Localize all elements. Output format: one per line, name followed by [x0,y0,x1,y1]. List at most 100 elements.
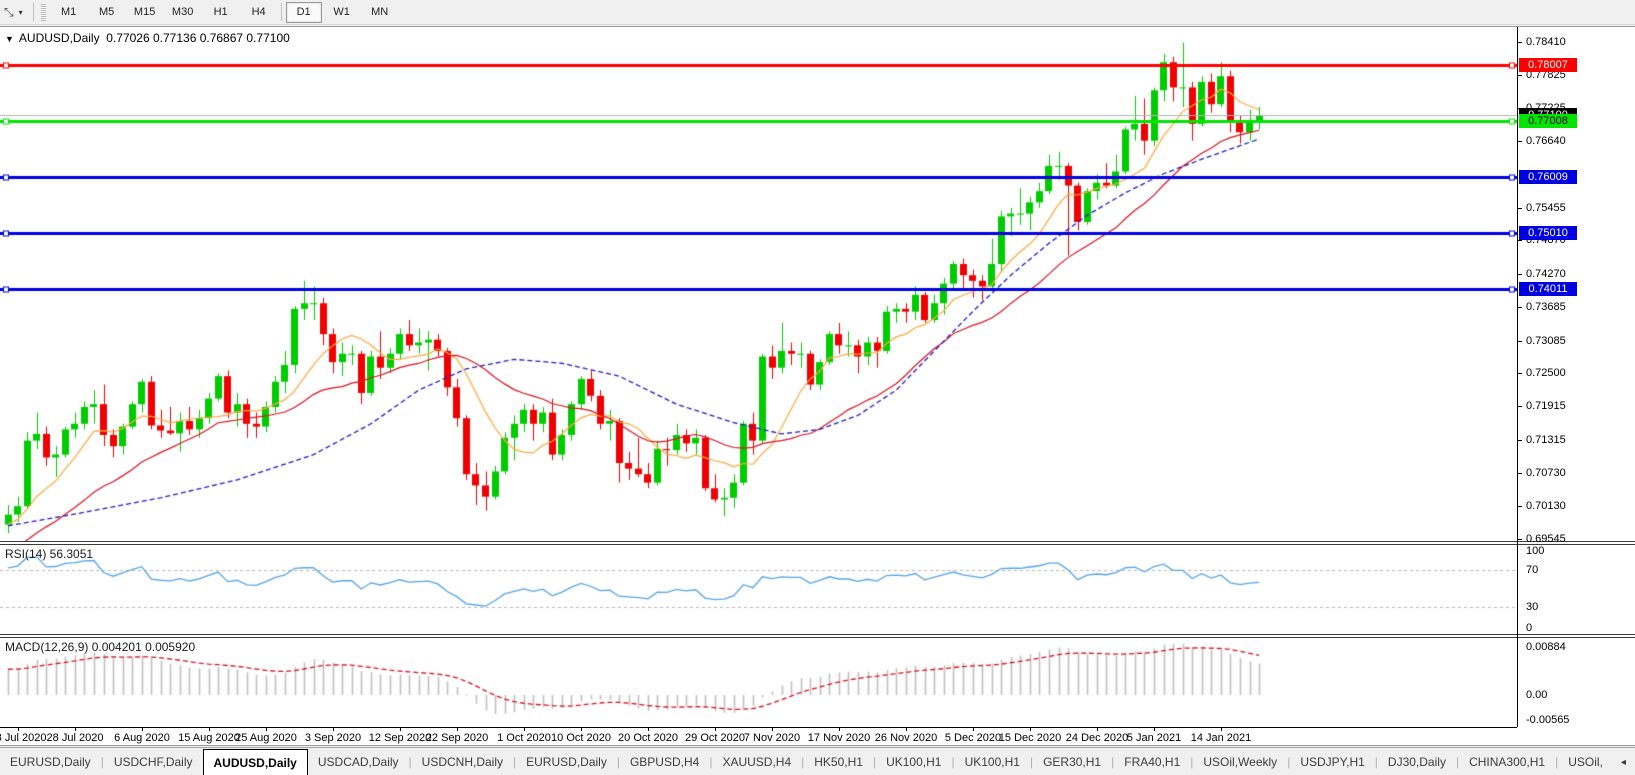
tab-usdjpy-h1[interactable]: USDJPY,H1 [1290,748,1374,775]
date-axis-tick [400,728,401,731]
timeframe-button-m1[interactable]: M1 [51,2,87,23]
toolbar-separator [281,3,282,21]
timeframe-button-d1[interactable]: D1 [286,2,322,23]
price-axis-line [1517,27,1518,727]
tab-gbpusd-h4[interactable]: GBPUSD,H4 [620,748,709,775]
tab-uk100-h1[interactable]: UK100,H1 [955,748,1030,775]
tab-uk100-h1[interactable]: UK100,H1 [876,748,951,775]
price-level-badge: 0.75010 [1519,226,1577,240]
price-axis-tick [1518,307,1522,308]
date-axis-tick [906,728,907,731]
price-axis-label: 0.78410 [1526,36,1626,48]
panel-divider[interactable] [0,634,1635,638]
date-axis-label: 5 Dec 2020 [945,732,1001,744]
price-axis-label: 0.75455 [1526,202,1626,214]
rsi-label: RSI(14) 56.3051 [5,547,93,561]
indicator-axis-label: -0.00565 [1526,714,1569,726]
date-axis-label: 18 Jul 2020 [0,732,46,744]
date-axis-label: 29 Oct 2020 [685,732,745,744]
tab-xauusd-h4[interactable]: XAUUSD,H4 [712,748,801,775]
timeframe-button-h4[interactable]: H4 [241,2,277,23]
date-axis-label: 25 Aug 2020 [235,732,297,744]
price-axis-tick [1518,240,1522,241]
price-axis-tick [1518,341,1522,342]
price-axis-tick [1518,373,1522,374]
date-axis-label: 1 Oct 2020 [497,732,551,744]
tab-usdcad-daily[interactable]: USDCAD,Daily [308,748,409,775]
date-axis-tick [839,728,840,731]
indicator-axis-label: 0 [1526,622,1532,634]
price-axis-label: 0.72500 [1526,367,1626,379]
price-chart-canvas[interactable] [0,27,1517,541]
tab-eurusd-daily[interactable]: EURUSD,Daily [516,748,617,775]
timeframe-button-h1[interactable]: H1 [203,2,239,23]
timeframe-button-w1[interactable]: W1 [324,2,360,23]
date-axis-tick [772,728,773,731]
date-axis-tick [18,728,19,731]
date-axis-tick [1154,728,1155,731]
tab-china300-h1[interactable]: CHINA300,H1 [1459,748,1555,775]
date-axis-tick [266,728,267,731]
date-axis-label: 10 Oct 2020 [551,732,611,744]
tab-usoil[interactable]: USOil, [1558,748,1613,775]
tab-eurusd-daily[interactable]: EURUSD,Daily [0,748,101,775]
price-level-badge: 0.76009 [1519,170,1577,184]
indicator-axis-label: 100 [1526,545,1544,557]
date-axis: 18 Jul 202028 Jul 20206 Aug 202015 Aug 2… [0,727,1517,746]
chart-title: ▼AUDUSD,Daily 0.77026 0.77136 0.76867 0.… [5,31,290,45]
tabs-scroll-left-button[interactable]: ◂ [1621,757,1626,768]
tab-fra40-h1[interactable]: FRA40,H1 [1114,748,1190,775]
toolbar-separator [33,3,34,21]
price-axis-tick [1518,208,1522,209]
price-axis-label: 0.73085 [1526,335,1626,347]
date-axis-tick [333,728,334,731]
date-axis-label: 7 Nov 2020 [744,732,800,744]
price-axis-label: 0.76640 [1526,135,1626,147]
collapse-caret-icon[interactable]: ▼ [5,34,14,44]
tab-ger30-h1[interactable]: GER30,H1 [1033,748,1111,775]
price-axis-tick [1518,506,1522,507]
timeframe-button-mn[interactable]: MN [362,2,398,23]
price-level-badge: 0.77008 [1519,114,1577,128]
indicator-axis-label: 30 [1526,601,1538,613]
price-level-badge: 0.78007 [1519,58,1577,72]
price-axis-tick [1518,274,1522,275]
tab-usdchf-daily[interactable]: USDCHF,Daily [104,748,203,775]
chevron-down-icon[interactable]: ▾ [19,8,23,17]
date-axis-tick [1097,728,1098,731]
tab-hk50-h1[interactable]: HK50,H1 [804,748,873,775]
tab-dj30-daily[interactable]: DJ30,Daily [1378,748,1456,775]
price-axis-tick [1518,539,1522,540]
timeframe-toolbar: ⤡ ▾ M1M5M15M30H1H4 D1W1MN [0,0,1635,25]
macd-label: MACD(12,26,9) 0.004201 0.005920 [5,640,195,654]
date-axis-label: 22 Sep 2020 [426,732,488,744]
date-axis-label: 20 Oct 2020 [618,732,678,744]
indicator-axis-label: 0.00884 [1526,641,1566,653]
chart-cursor-icon[interactable]: ⤡ [4,5,14,20]
date-axis-tick [142,728,143,731]
date-axis-label: 26 Nov 2020 [875,732,937,744]
price-axis-label: 0.71315 [1526,434,1626,446]
tab-audusd-daily[interactable]: AUDUSD,Daily [203,749,308,775]
price-axis-label: 0.74270 [1526,268,1626,280]
macd-chart-canvas[interactable] [0,636,1517,727]
symbol-period-label: AUDUSD,Daily [19,31,100,45]
rsi-chart-canvas[interactable] [0,543,1517,634]
timeframe-button-m5[interactable]: M5 [89,2,125,23]
price-axis-tick [1518,406,1522,407]
price-axis-label: 0.70730 [1526,467,1626,479]
timeframe-button-m15[interactable]: M15 [127,2,163,23]
date-axis-tick [1030,728,1031,731]
tab-usdcnh-daily[interactable]: USDCNH,Daily [412,748,513,775]
date-axis-label: 6 Aug 2020 [114,732,170,744]
date-axis-tick [209,728,210,731]
date-axis-label: 17 Nov 2020 [808,732,870,744]
date-axis-tick [457,728,458,731]
tab-usoil-weekly[interactable]: USOil,Weekly [1193,748,1287,775]
price-axis-tick [1518,42,1522,43]
date-axis-label: 5 Jan 2021 [1127,732,1181,744]
timeframe-button-m30[interactable]: M30 [165,2,201,23]
panel-divider[interactable] [0,541,1635,545]
toolbar-grip[interactable] [41,3,46,21]
price-axis-tick [1518,473,1522,474]
